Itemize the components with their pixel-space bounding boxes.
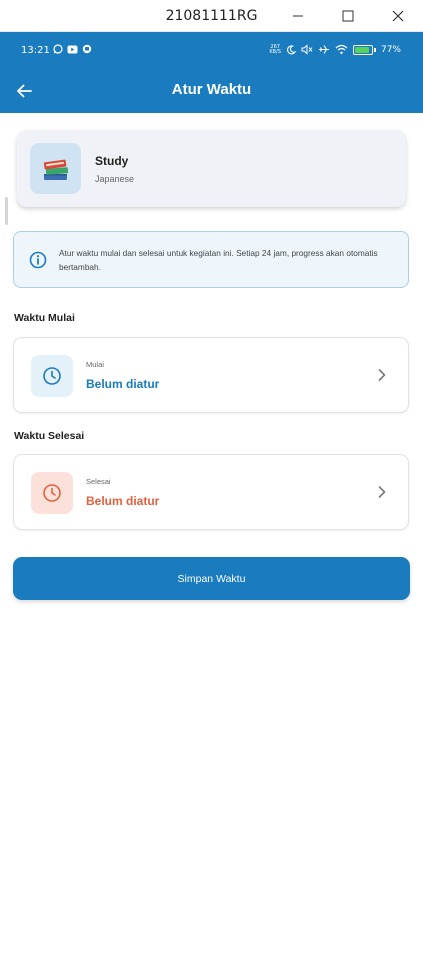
info-box: Atur waktu mulai dan selesai untuk kegia… <box>13 231 409 288</box>
start-time-value: Belum diatur <box>86 377 160 391</box>
whatsapp-icon <box>53 44 63 54</box>
activity-subtitle: Japanese <box>95 174 135 184</box>
maximize-icon <box>342 10 354 22</box>
network-speed: 267 KB/S <box>269 43 281 55</box>
youtube-icon <box>67 45 78 53</box>
minimize-button[interactable] <box>284 4 312 28</box>
chevron-right-icon <box>378 369 386 381</box>
app-header: Atur Waktu <box>0 72 423 113</box>
wifi-icon <box>335 44 348 54</box>
moon-icon <box>287 44 296 54</box>
clock-icon <box>43 367 61 385</box>
close-button[interactable] <box>384 4 412 28</box>
info-icon <box>29 251 47 269</box>
battery-icon <box>352 44 373 55</box>
minimize-icon <box>293 15 303 17</box>
battery-percent: 77% <box>380 44 401 55</box>
airplane-icon <box>318 45 329 54</box>
app-icon <box>82 44 92 54</box>
window-title-bar: 21081111RG <box>0 0 423 32</box>
battery-level <box>354 46 369 53</box>
info-text: Atur waktu mulai dan selesai untuk kegia… <box>59 248 378 272</box>
books-icon <box>43 159 68 180</box>
battery-tip <box>373 47 376 52</box>
start-time-label: Mulai <box>86 360 104 369</box>
chevron-right-icon <box>378 486 386 498</box>
start-section-label: Waktu Mulai <box>14 312 75 324</box>
activity-card: Study Japanese <box>17 130 406 207</box>
clock-icon <box>43 484 61 502</box>
page-title: Atur Waktu <box>171 81 252 98</box>
start-time-card[interactable]: Mulai Belum diatur <box>13 337 409 413</box>
end-clock-box <box>31 472 73 514</box>
status-bar: 13:21 267 KB/S 77% <box>0 32 423 72</box>
notification-icons <box>53 44 92 54</box>
save-time-button[interactable]: Simpan Waktu <box>13 557 410 600</box>
scroll-indicator <box>5 197 8 225</box>
close-icon <box>392 10 404 22</box>
end-time-label: Selesai <box>86 477 111 486</box>
maximize-button[interactable] <box>334 4 362 28</box>
end-section-label: Waktu Selesai <box>14 430 85 442</box>
mute-icon <box>301 44 313 55</box>
status-time: 13:21 <box>21 45 50 56</box>
end-time-card[interactable]: Selesai Belum diatur <box>13 454 409 530</box>
end-time-value: Belum diatur <box>86 494 160 508</box>
start-clock-box <box>31 355 73 397</box>
system-icons: 267 KB/S 77% <box>269 44 401 55</box>
activity-title: Study <box>95 154 129 168</box>
activity-icon-box <box>30 143 81 194</box>
